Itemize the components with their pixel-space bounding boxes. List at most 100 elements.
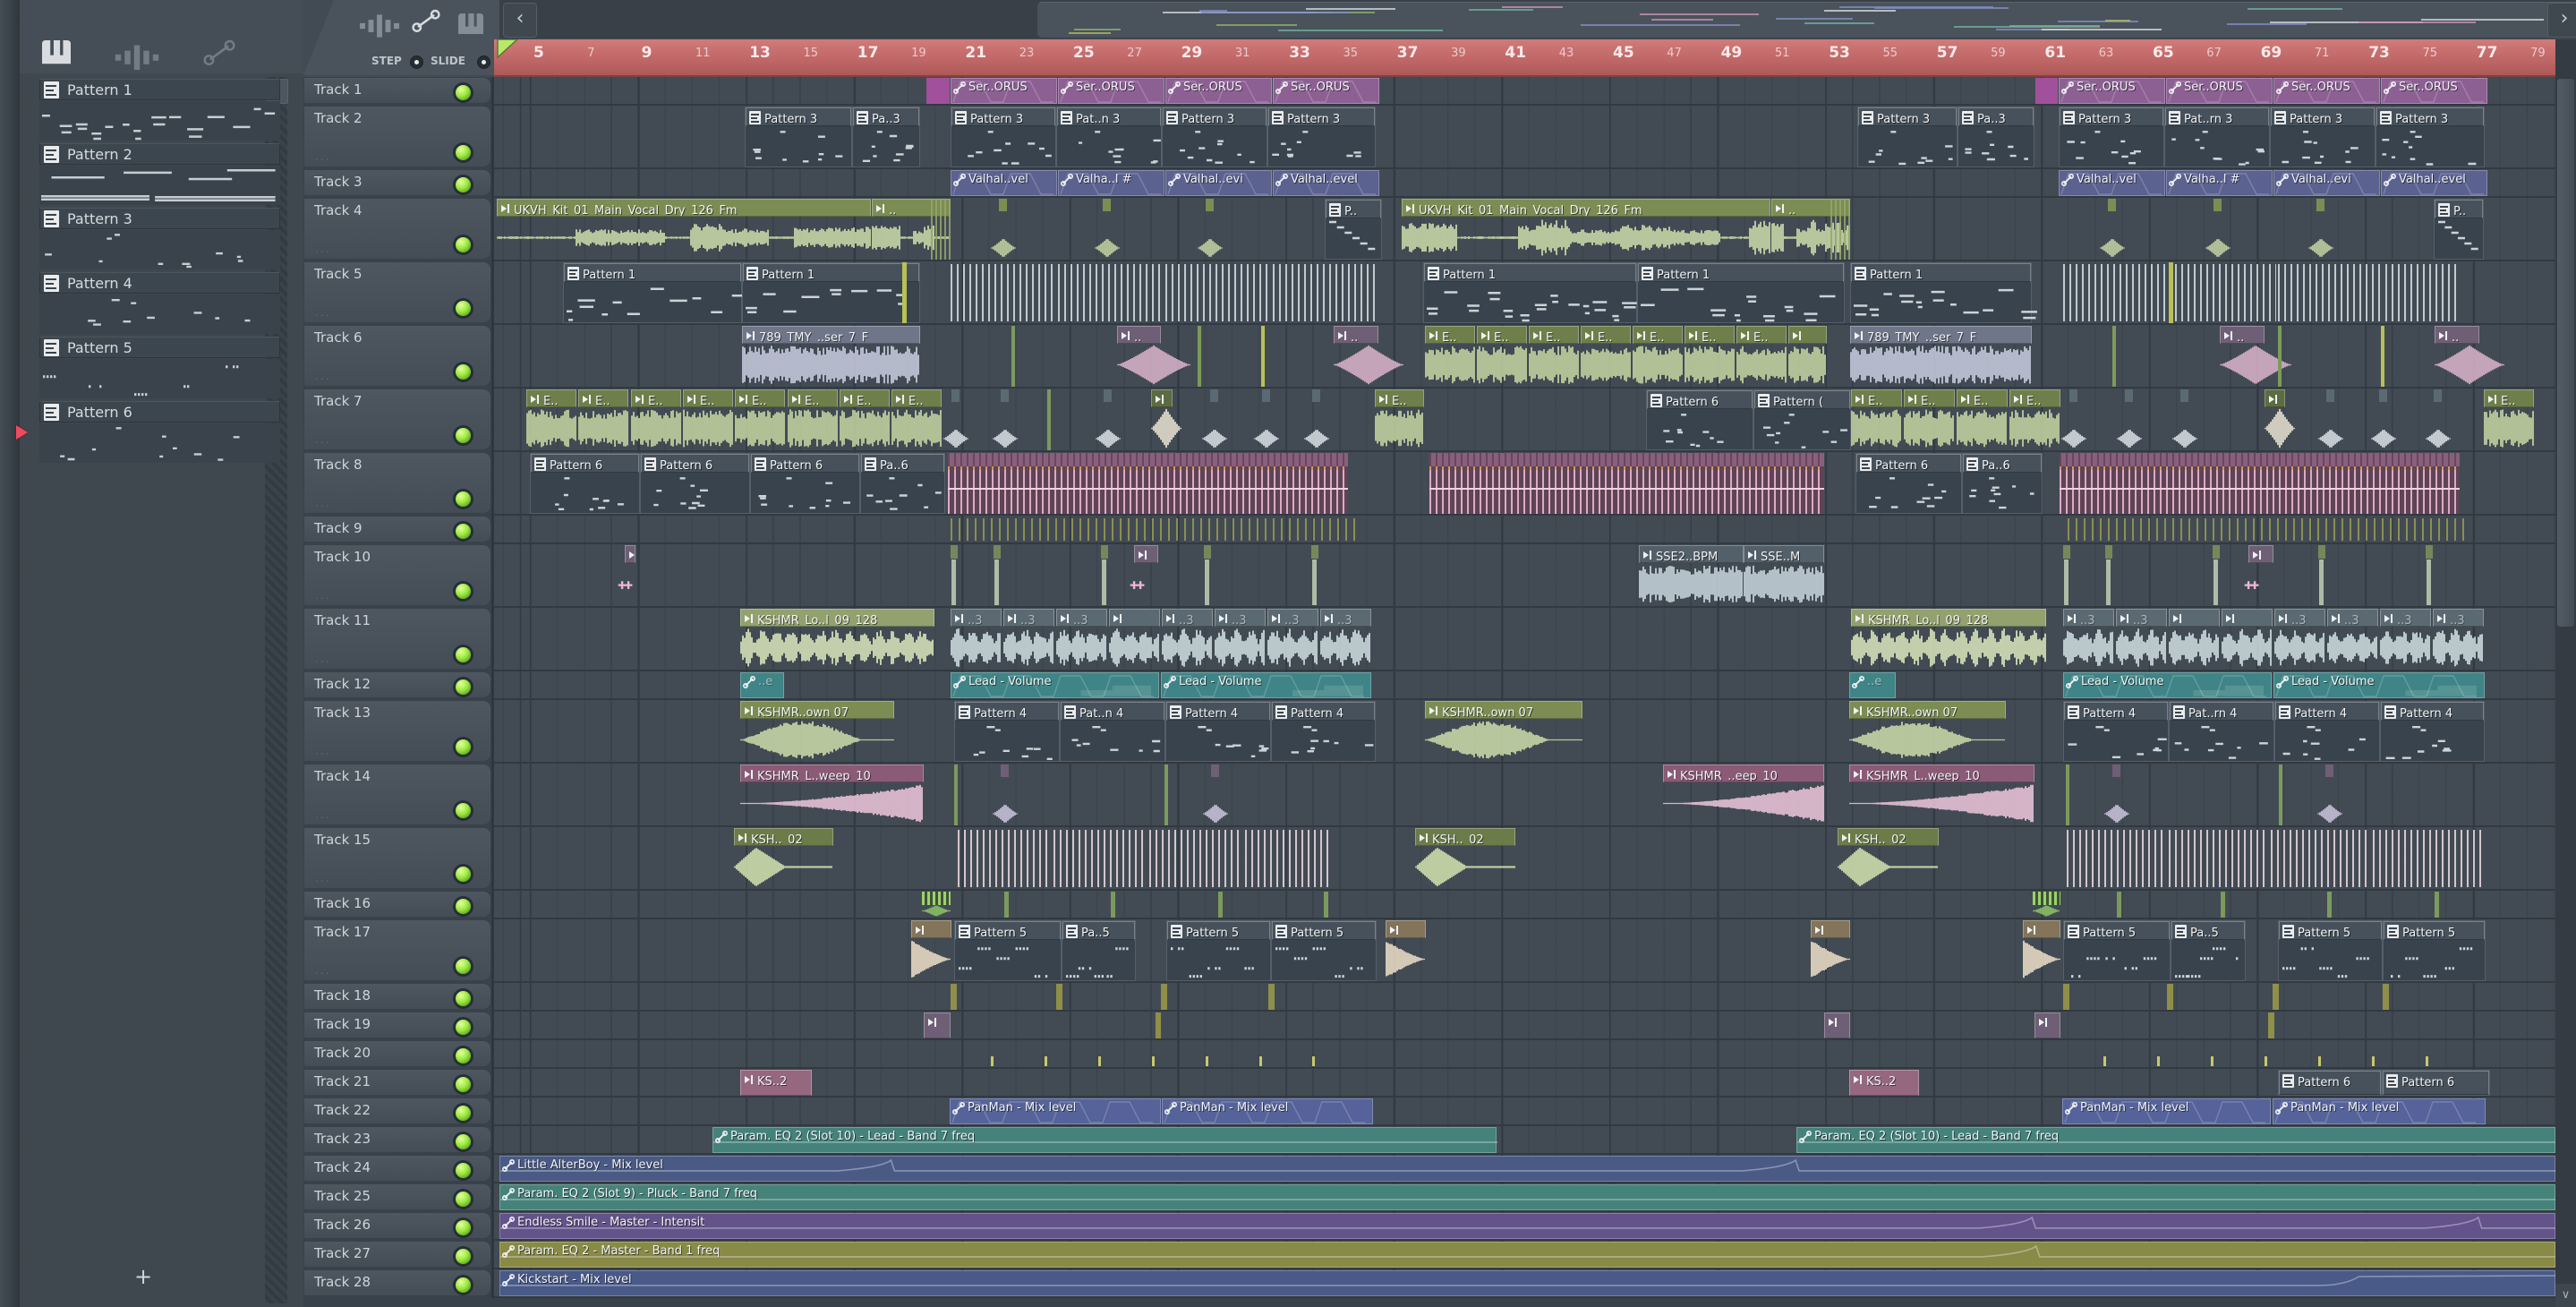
audio-clip[interactable]: E.. xyxy=(683,389,733,450)
track-header[interactable]: Track 17... xyxy=(303,919,491,981)
thin-clip[interactable] xyxy=(2381,326,2384,387)
midi-pattern-clip[interactable]: Pattern 6 xyxy=(750,453,860,514)
midi-pattern-clip[interactable]: Pattern 3 xyxy=(2376,107,2485,167)
automation-clip[interactable]: Param. EQ 2 (Slot 10) - Lead - Band 7 fr… xyxy=(712,1127,1497,1153)
thin-clip[interactable] xyxy=(1011,326,1015,387)
track-mute-led[interactable] xyxy=(453,1189,473,1209)
midi-pattern-clip[interactable]: Pattern 6 xyxy=(530,453,640,514)
midi-pattern-clip[interactable]: Pattern 4 xyxy=(954,701,1060,762)
thin-clip[interactable] xyxy=(1156,1012,1161,1038)
tick-pattern-clip[interactable] xyxy=(2169,830,2267,887)
one-shot-clip[interactable] xyxy=(2379,389,2387,402)
midi-pattern-clip[interactable]: Pattern 3 xyxy=(1267,107,1376,167)
track-header[interactable]: Track 24 xyxy=(303,1155,491,1182)
audio-clip[interactable]: UKVH_Kit_01_Main_Vocal_Dry_126_Fm xyxy=(497,199,871,260)
track-mute-led[interactable] xyxy=(453,175,473,195)
track-header[interactable]: Track 26 xyxy=(303,1212,491,1239)
riser-clip[interactable] xyxy=(994,545,1001,559)
automation-clip[interactable]: Valhal..evi xyxy=(1165,170,1272,196)
midi-pattern-clip[interactable]: Pattern 4 xyxy=(1165,701,1271,762)
one-shot-clip[interactable] xyxy=(1104,389,1112,402)
riser-clip[interactable] xyxy=(2063,545,2070,559)
audio-clip[interactable]: 789_TMY_..ser_7_F xyxy=(742,326,920,387)
midi-pattern-clip[interactable]: Pattern 1 xyxy=(1423,262,1637,323)
thin-clip[interactable] xyxy=(2383,984,2389,1010)
automation-clip[interactable]: Valhal..vel xyxy=(951,170,1057,196)
riser-clip[interactable] xyxy=(2213,545,2220,559)
audio-clip[interactable]: .. xyxy=(1117,326,1190,387)
riser-clip[interactable] xyxy=(2426,545,2433,559)
track-header[interactable]: Track 1 xyxy=(303,77,491,104)
audio-clip[interactable]: ..3 xyxy=(2380,609,2431,670)
audio-clip[interactable]: .. xyxy=(2435,326,2504,387)
tick-pattern-clip[interactable] xyxy=(2271,830,2369,887)
midi-pattern-clip[interactable]: Pattern 4 xyxy=(2063,701,2169,762)
riser-clip[interactable] xyxy=(951,545,958,559)
automation-clip[interactable]: Valha..l # xyxy=(2166,170,2273,196)
midi-pattern-clip[interactable]: Pattern 4 xyxy=(2380,701,2485,762)
one-shot-clip[interactable] xyxy=(1210,389,1218,402)
one-shot-clip[interactable] xyxy=(1001,765,1009,777)
track-header[interactable]: Track 28 xyxy=(303,1269,491,1296)
automation-clip[interactable]: Lead - Volume xyxy=(1161,672,1371,698)
audio-clip[interactable] xyxy=(911,920,951,981)
audio-clip[interactable]: E.. xyxy=(1685,326,1735,387)
track-header[interactable]: Track 16 xyxy=(303,891,491,918)
horizontal-scrollbar-thumb-minimap[interactable] xyxy=(1037,2,2576,38)
audio-clip[interactable]: SSE2..BPM xyxy=(1639,545,1744,606)
midi-pattern-clip[interactable]: Pattern 1 xyxy=(1850,262,2037,323)
thin-clip[interactable] xyxy=(1111,892,1115,918)
track-name[interactable]: Track 2 xyxy=(314,110,363,126)
audio-clip[interactable]: E.. xyxy=(788,389,838,450)
playlist-grid[interactable]: Ser..ORUS Ser..ORUS Ser..ORUS Ser..ORUS Ser.… xyxy=(494,77,2557,1298)
pattern-item[interactable]: Pattern 1 xyxy=(39,79,280,141)
riser-clip[interactable] xyxy=(2318,545,2325,559)
audio-clip[interactable]: ..3 xyxy=(2327,609,2378,670)
thin-clip[interactable] xyxy=(2066,765,2069,825)
automation-clip[interactable]: Valhal..evi xyxy=(2273,170,2380,196)
sliced-clip[interactable] xyxy=(2033,892,2060,905)
automation-clip[interactable]: Ser..ORUS xyxy=(1165,78,1272,104)
midi-pattern-clip[interactable]: Pat..n 3 xyxy=(1056,107,1162,167)
audio-clip[interactable]: E.. xyxy=(840,389,890,450)
track-name[interactable]: Track 20 xyxy=(314,1045,371,1061)
tick-clip[interactable] xyxy=(991,1056,994,1066)
stripe-loop-clip[interactable] xyxy=(2060,453,2460,514)
thin-clip[interactable] xyxy=(2117,892,2121,918)
midi-pattern-clip[interactable]: Pa..3 xyxy=(1958,107,2034,167)
slide-radio[interactable] xyxy=(477,56,490,69)
one-shot-clip[interactable] xyxy=(2316,199,2324,211)
audio-clip[interactable] xyxy=(1134,545,1158,606)
audio-clip[interactable] xyxy=(2023,920,2060,981)
tick-pattern-clip[interactable] xyxy=(951,264,1056,321)
pattern-item[interactable]: Pattern 3 xyxy=(39,208,280,270)
track-name[interactable]: Track 22 xyxy=(314,1102,371,1118)
thin-clip[interactable] xyxy=(2221,892,2225,918)
track-header[interactable]: Track 25 xyxy=(303,1183,491,1210)
track-mute-led[interactable] xyxy=(453,1017,473,1038)
audio-clip[interactable]: E.. xyxy=(891,389,942,450)
midi-pattern-clip[interactable]: Pattern 5 xyxy=(1166,920,1271,981)
midi-pattern-clip[interactable]: P.. xyxy=(1325,199,1382,260)
audio-clip[interactable]: .. xyxy=(1771,199,1850,260)
thin-clip[interactable] xyxy=(1268,984,1275,1010)
pattern-item[interactable]: Pattern 2 xyxy=(39,143,280,206)
track-name[interactable]: Track 3 xyxy=(314,174,363,190)
one-shot-clip[interactable] xyxy=(1001,389,1009,402)
audio-clip[interactable]: KSHMR..own 07 xyxy=(740,701,894,762)
track-mute-led[interactable] xyxy=(453,234,473,255)
track-name[interactable]: Track 7 xyxy=(314,393,363,409)
pattern-item-title[interactable]: Pattern 5 xyxy=(39,337,280,358)
track-mute-led[interactable] xyxy=(453,799,473,821)
thin-clip[interactable] xyxy=(1161,984,1167,1010)
automation-clip[interactable]: Param. EQ 2 (Slot 9) - Pluck - Band 7 fr… xyxy=(499,1184,2556,1210)
thin-clip[interactable] xyxy=(902,262,907,323)
audio-clip[interactable]: KS..2 xyxy=(1849,1070,1919,1096)
riser-clip[interactable] xyxy=(1311,545,1318,559)
automation-clip[interactable]: Ser..ORUS xyxy=(2381,78,2487,104)
audio-clip[interactable]: ..3 xyxy=(951,609,1002,670)
playlist-vertical-scrollbar[interactable]: ∨ xyxy=(2555,39,2576,1307)
tick-clip[interactable] xyxy=(1312,1056,1315,1066)
audio-clip[interactable] xyxy=(1788,326,1827,387)
thin-clip[interactable] xyxy=(2167,984,2173,1010)
